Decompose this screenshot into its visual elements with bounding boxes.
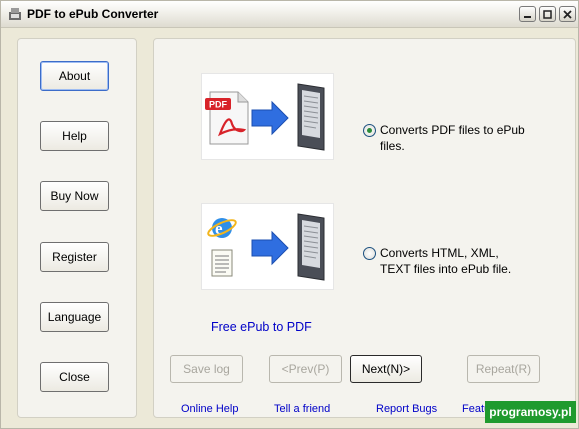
arrow-right-icon <box>251 100 289 136</box>
option-pdf-label-line1: Converts PDF files to ePub <box>380 123 525 137</box>
save-log-button[interactable]: Save log <box>170 355 243 383</box>
ebook-reader-icon <box>297 213 325 281</box>
online-help-link[interactable]: Online Help <box>181 403 238 415</box>
close-button[interactable]: Close <box>40 362 109 392</box>
option-html-label-line2: TEXT files into ePub file. <box>380 262 512 276</box>
option-pdf-radio[interactable] <box>363 124 376 137</box>
app-icon <box>9 8 21 20</box>
about-button[interactable]: About <box>40 61 109 91</box>
sidebar-panel <box>17 38 137 418</box>
internet-explorer-icon: e <box>207 218 237 238</box>
tell-a-friend-link[interactable]: Tell a friend <box>274 403 330 415</box>
buy-now-button[interactable]: Buy Now <box>40 181 109 211</box>
register-button[interactable]: Register <box>40 242 109 272</box>
close-window-button[interactable] <box>559 6 576 22</box>
svg-text:PDF: PDF <box>209 100 228 110</box>
html-to-epub-illustration: e <box>201 203 334 290</box>
close-icon <box>563 9 572 19</box>
watermark-badge: programosy.pl <box>485 401 576 423</box>
report-bugs-link[interactable]: Report Bugs <box>376 403 437 415</box>
next-button[interactable]: Next(N)> <box>350 355 422 383</box>
app-window: PDF to ePub Converter About Help Buy Now… <box>0 0 579 429</box>
ebook-reader-icon <box>297 83 325 151</box>
prev-button[interactable]: <Prev(P) <box>269 355 342 383</box>
option-html-label[interactable]: Converts HTML, XML, TEXT files into ePub… <box>380 245 511 277</box>
maximize-button[interactable] <box>539 6 556 22</box>
free-epub-to-pdf-link[interactable]: Free ePub to PDF <box>211 320 312 334</box>
minimize-icon <box>524 15 531 18</box>
option-pdf-label[interactable]: Converts PDF files to ePub files. <box>380 122 525 154</box>
title-bar[interactable]: PDF to ePub Converter <box>1 1 578 28</box>
language-button[interactable]: Language <box>40 302 109 332</box>
radio-selected-dot <box>367 128 372 133</box>
option-html-radio[interactable] <box>363 247 376 260</box>
option-pdf-label-line2: files. <box>380 139 405 153</box>
option-html-label-line1: Converts HTML, XML, <box>380 246 499 260</box>
arrow-right-icon <box>251 230 289 266</box>
help-button[interactable]: Help <box>40 121 109 151</box>
minimize-button[interactable] <box>519 6 536 22</box>
text-document-icon <box>211 249 233 277</box>
repeat-button[interactable]: Repeat(R) <box>467 355 540 383</box>
pdf-to-epub-illustration: PDF <box>201 73 334 160</box>
maximize-icon <box>543 9 552 19</box>
window-title: PDF to ePub Converter <box>27 7 159 21</box>
pdf-file-icon: PDF <box>205 91 249 145</box>
